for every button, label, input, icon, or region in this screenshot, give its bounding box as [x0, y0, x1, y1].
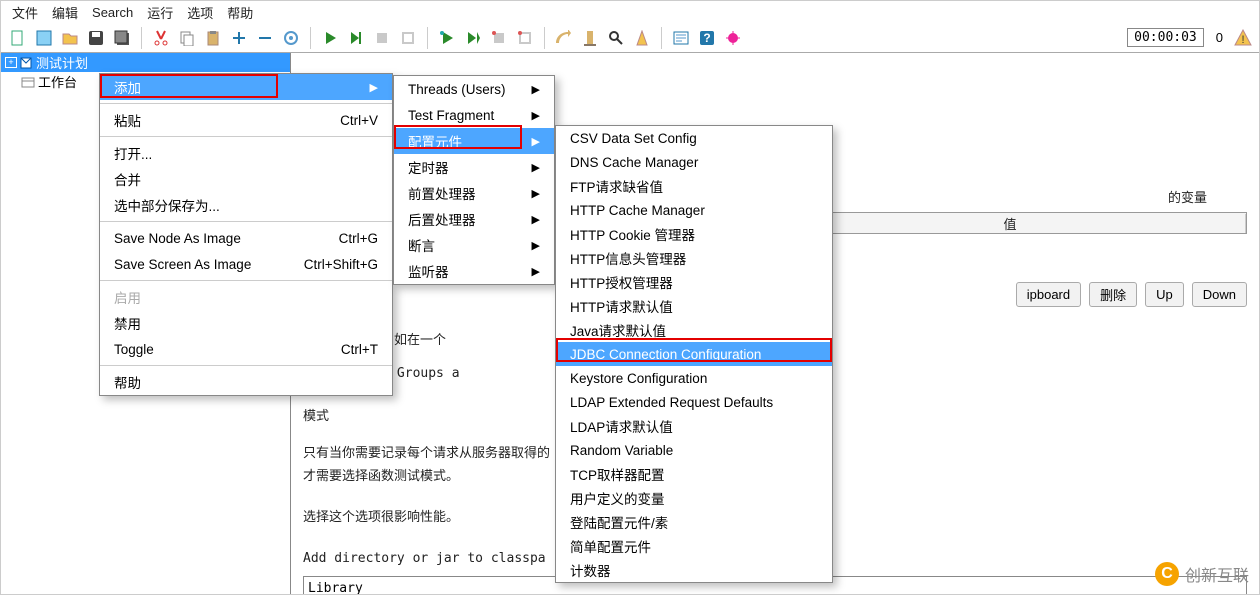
menu-item: 启用	[100, 284, 392, 310]
menu-item[interactable]: Threads (Users)▶	[394, 76, 554, 102]
menu-item[interactable]: ToggleCtrl+T	[100, 336, 392, 362]
remote-stop-icon[interactable]	[488, 27, 510, 49]
tree-node-test-plan[interactable]: + 测试计划	[1, 53, 290, 72]
menu-item[interactable]: HTTP信息头管理器	[556, 246, 832, 270]
menu-item[interactable]: 帮助	[100, 369, 392, 395]
watermark-logo-icon: C	[1155, 562, 1179, 586]
menu-item[interactable]: Random Variable	[556, 438, 832, 462]
menu-item[interactable]: Test Fragment▶	[394, 102, 554, 128]
warn-count: 0	[1216, 30, 1223, 45]
menu-item[interactable]: 前置处理器▶	[394, 180, 554, 206]
menu-item[interactable]: 定时器▶	[394, 154, 554, 180]
function-helper-icon[interactable]	[670, 27, 692, 49]
menu-item[interactable]: Save Node As ImageCtrl+G	[100, 225, 392, 251]
remote-start-all-icon[interactable]	[462, 27, 484, 49]
warning-icon[interactable]: !	[1233, 28, 1253, 48]
menu-file[interactable]: 文件	[7, 1, 43, 24]
remote-start-icon[interactable]	[436, 27, 458, 49]
menu-item[interactable]: LDAP请求默认值	[556, 414, 832, 438]
menu-item[interactable]: 后置处理器▶	[394, 206, 554, 232]
menu-item[interactable]: 断言▶	[394, 232, 554, 258]
menu-item[interactable]: HTTP Cache Manager	[556, 198, 832, 222]
vars-label-suffix: 的变量	[1168, 190, 1207, 205]
menu-item[interactable]: 选中部分保存为...	[100, 192, 392, 218]
start-no-timers-icon[interactable]	[345, 27, 367, 49]
toggle-icon[interactable]	[280, 27, 302, 49]
menu-search[interactable]: Search	[87, 3, 138, 22]
context-menu-add[interactable]: Threads (Users)▶Test Fragment▶配置元件▶定时器▶前…	[393, 75, 555, 285]
menu-item[interactable]: Java请求默认值	[556, 318, 832, 342]
stop-icon[interactable]	[371, 27, 393, 49]
clear-all-icon[interactable]	[579, 27, 601, 49]
menu-item[interactable]: LDAP Extended Request Defaults	[556, 390, 832, 414]
watermark: C 创新互联	[1155, 562, 1249, 586]
menu-item[interactable]: HTTP授权管理器	[556, 270, 832, 294]
delete-button[interactable]: 删除	[1089, 282, 1137, 307]
menu-item[interactable]: 计数器	[556, 558, 832, 582]
collapse-icon[interactable]	[254, 27, 276, 49]
menu-item[interactable]: CSV Data Set Config	[556, 126, 832, 150]
menu-item[interactable]: 监听器▶	[394, 258, 554, 284]
menu-item[interactable]: 用户定义的变量	[556, 486, 832, 510]
menu-item[interactable]: TCP取样器配置	[556, 462, 832, 486]
expand-icon[interactable]	[228, 27, 250, 49]
menu-edit[interactable]: 编辑	[47, 1, 83, 24]
cut-icon[interactable]	[150, 27, 172, 49]
from-clipboard-button[interactable]: ipboard	[1016, 282, 1081, 307]
menubar: 文件 编辑 Search 运行 选项 帮助	[1, 1, 1259, 23]
menu-item[interactable]: 登陆配置元件/素	[556, 510, 832, 534]
menu-run[interactable]: 运行	[142, 1, 178, 24]
menu-item[interactable]: 简单配置元件	[556, 534, 832, 558]
menu-item[interactable]: Keystore Configuration	[556, 366, 832, 390]
menu-item[interactable]: 添加▶	[100, 74, 392, 100]
up-button[interactable]: Up	[1145, 282, 1184, 307]
menu-item[interactable]: HTTP Cookie 管理器	[556, 222, 832, 246]
menu-options[interactable]: 选项	[182, 1, 218, 24]
copy-icon[interactable]	[176, 27, 198, 49]
menu-item[interactable]: FTP请求缺省值	[556, 174, 832, 198]
start-icon[interactable]	[319, 27, 341, 49]
svg-text:?: ?	[703, 31, 710, 45]
menu-item[interactable]: 禁用	[100, 310, 392, 336]
elapsed-timer: 00:00:03	[1127, 28, 1204, 47]
menu-item[interactable]: JDBC Connection Configuration	[556, 342, 832, 366]
new-icon[interactable]	[7, 27, 29, 49]
remote-shutdown-icon[interactable]	[514, 27, 536, 49]
shutdown-icon[interactable]	[397, 27, 419, 49]
open-icon[interactable]	[59, 27, 81, 49]
menu-item[interactable]: DNS Cache Manager	[556, 150, 832, 174]
clear-icon[interactable]	[553, 27, 575, 49]
paste-icon[interactable]	[202, 27, 224, 49]
down-button[interactable]: Down	[1192, 282, 1247, 307]
col-header-value: 值	[775, 214, 1246, 233]
menu-item[interactable]: 打开...	[100, 140, 392, 166]
context-menu-primary[interactable]: 添加▶ 粘贴Ctrl+V 打开...合并选中部分保存为... Save Node As…	[99, 73, 393, 396]
reset-search-icon[interactable]	[631, 27, 653, 49]
svg-text:!: !	[1241, 34, 1244, 46]
menu-item[interactable]: HTTP请求默认值	[556, 294, 832, 318]
watermark-text: 创新互联	[1185, 562, 1249, 586]
save-icon[interactable]	[85, 27, 107, 49]
debug-icon[interactable]	[722, 27, 744, 49]
context-menu-config-elements[interactable]: CSV Data Set ConfigDNS Cache ManagerFTP请…	[555, 125, 833, 583]
save-all-icon[interactable]	[111, 27, 133, 49]
menu-item[interactable]: Save Screen As ImageCtrl+Shift+G	[100, 251, 392, 277]
help-icon[interactable]: ?	[696, 27, 718, 49]
menu-item[interactable]: 配置元件▶	[394, 128, 554, 154]
menu-item[interactable]: 粘贴Ctrl+V	[100, 107, 392, 133]
search-tree-icon[interactable]	[605, 27, 627, 49]
toolbar: ? 00:00:03 0 !	[1, 23, 1259, 53]
menu-item[interactable]: 合并	[100, 166, 392, 192]
templates-icon[interactable]	[33, 27, 55, 49]
menu-help[interactable]: 帮助	[222, 1, 258, 24]
